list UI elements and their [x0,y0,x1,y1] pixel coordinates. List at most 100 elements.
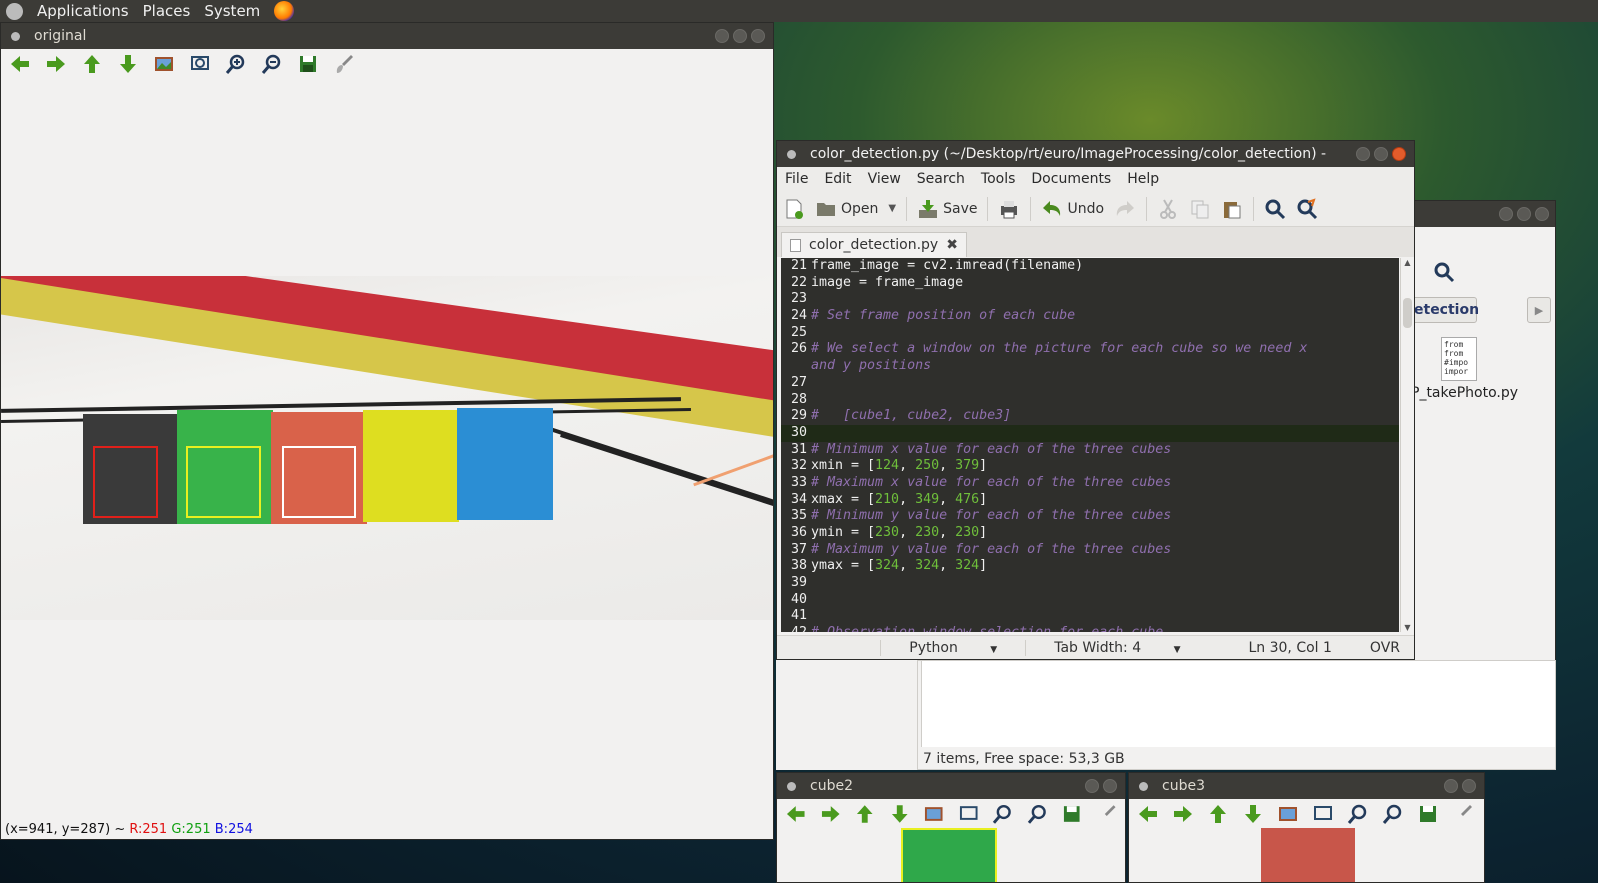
window-menu-icon[interactable] [787,149,796,159]
code-line[interactable]: 22 image = frame_image [781,275,1399,292]
brush-icon[interactable] [333,53,355,75]
path-forward-button[interactable]: ▶ [1527,297,1551,323]
window-menu-icon[interactable] [787,781,796,791]
search-icon[interactable] [1433,261,1455,283]
close-icon[interactable] [1462,779,1476,793]
code-line[interactable]: 21 frame_image = cv2.imread(filename) [781,258,1399,275]
close-icon[interactable] [1535,207,1549,221]
zoom-fit-icon[interactable] [1312,803,1334,825]
code-line[interactable]: 39 [781,575,1399,592]
arrow-up-icon[interactable] [81,53,103,75]
arrow-left-icon[interactable] [9,53,31,75]
search-icon[interactable] [1264,198,1286,220]
ubuntu-logo-icon[interactable] [6,2,23,20]
brush-icon[interactable] [1452,803,1474,825]
arrow-down-icon[interactable] [117,53,139,75]
menu-tools[interactable]: Tools [981,171,1016,187]
arrow-right-icon[interactable] [820,803,842,825]
maximize-icon[interactable] [1517,207,1531,221]
close-icon[interactable] [751,29,765,43]
zoom-fit-icon[interactable] [189,53,211,75]
zoom-out-icon[interactable] [261,53,283,75]
save-icon[interactable] [297,53,319,75]
code-line[interactable]: 26 # We select a window on the picture fo… [781,341,1399,374]
maximize-icon[interactable] [733,29,747,43]
code-line[interactable]: 33 # Maximum x value for each of the thre… [781,475,1399,492]
arrow-left-icon[interactable] [785,803,807,825]
code-line[interactable]: 34 xmax = [210, 349, 476] [781,492,1399,509]
tab-width-select[interactable]: Tab Width: 4 ▼ [1025,639,1208,656]
zoom-out-icon[interactable] [1027,803,1049,825]
arrow-down-icon[interactable] [889,803,911,825]
open-button[interactable]: Open [815,198,878,220]
code-line[interactable]: 27 [781,375,1399,392]
zoom-in-icon[interactable] [992,803,1014,825]
minimize-icon[interactable] [1085,779,1099,793]
tab-color-detection[interactable]: color_detection.py ✖ [781,232,967,257]
arrow-left-icon[interactable] [1137,803,1159,825]
save-button[interactable]: Save [917,198,977,220]
tab-close-icon[interactable]: ✖ [946,237,958,253]
image-icon[interactable] [1277,803,1299,825]
minimize-icon[interactable] [1499,207,1513,221]
zoom-fit-icon[interactable] [958,803,980,825]
paste-icon[interactable] [1221,198,1243,220]
save-icon[interactable] [1061,803,1083,825]
brush-icon[interactable] [1096,803,1118,825]
redo-icon[interactable] [1114,198,1136,220]
menu-view[interactable]: View [868,171,901,187]
open-dropdown-icon[interactable]: ▼ [888,203,896,214]
close-icon[interactable] [1392,147,1406,161]
undo-button[interactable]: Undo [1041,198,1104,220]
code-line[interactable]: 36 ymin = [230, 230, 230] [781,525,1399,542]
cut-icon[interactable] [1157,198,1179,220]
code-line[interactable]: 24 # Set frame position of each cube [781,308,1399,325]
arrow-right-icon[interactable] [45,53,67,75]
code-line[interactable]: 37 # Maximum y value for each of the thre… [781,542,1399,559]
copy-icon[interactable] [1189,198,1211,220]
code-line[interactable]: 38 ymax = [324, 324, 324] [781,558,1399,575]
image-icon[interactable] [153,53,175,75]
code-line[interactable]: 41 [781,608,1399,625]
code-line[interactable]: 35 # Minimum y value for each of the thre… [781,508,1399,525]
window-menu-icon[interactable] [11,31,20,41]
minimize-icon[interactable] [1356,147,1370,161]
menu-edit[interactable]: Edit [824,171,851,187]
code-line[interactable]: 42# Observation window selection for eac… [781,625,1399,632]
code-line[interactable]: 30 [781,424,1399,442]
code-editor[interactable]: 21 frame_image = cv2.imread(filename) 22 im… [781,258,1399,632]
file-item[interactable]: from from #impo impor P_takePhoto.py [1411,337,1551,407]
image-icon[interactable] [923,803,945,825]
menu-documents[interactable]: Documents [1031,171,1111,187]
code-line[interactable]: 25 [781,325,1399,342]
maximize-icon[interactable] [1374,147,1388,161]
editor-scrollbar[interactable]: ▲ ▼ [1400,258,1414,632]
menu-help[interactable]: Help [1127,171,1159,187]
zoom-in-icon[interactable] [225,53,247,75]
close-icon[interactable] [1103,779,1117,793]
arrow-up-icon[interactable] [854,803,876,825]
code-line[interactable]: 31 # Minimum x value for each of the thre… [781,442,1399,459]
new-document-icon[interactable] [783,198,805,220]
menu-places[interactable]: Places [143,2,191,20]
window-menu-icon[interactable] [1139,781,1148,791]
menu-search[interactable]: Search [917,171,965,187]
menu-applications[interactable]: Applications [37,2,129,20]
minimize-icon[interactable] [715,29,729,43]
code-line[interactable]: 29 # [cube1, cube2, cube3] [781,408,1399,425]
code-line[interactable]: 40 [781,592,1399,609]
arrow-up-icon[interactable] [1207,803,1229,825]
print-icon[interactable] [998,198,1020,220]
scroll-up-icon[interactable]: ▲ [1401,258,1414,267]
code-line[interactable]: 28 [781,392,1399,409]
zoom-out-icon[interactable] [1382,803,1404,825]
search-replace-icon[interactable] [1296,197,1318,220]
zoom-in-icon[interactable] [1347,803,1369,825]
path-button[interactable]: etection [1411,297,1479,323]
code-line[interactable]: 32 xmin = [124, 250, 379] [781,458,1399,475]
language-select[interactable]: Python ▼ [880,639,1025,656]
code-line[interactable]: 23 [781,291,1399,308]
scroll-thumb[interactable] [1403,298,1412,328]
menu-file[interactable]: File [785,171,808,187]
menu-system[interactable]: System [204,2,260,20]
